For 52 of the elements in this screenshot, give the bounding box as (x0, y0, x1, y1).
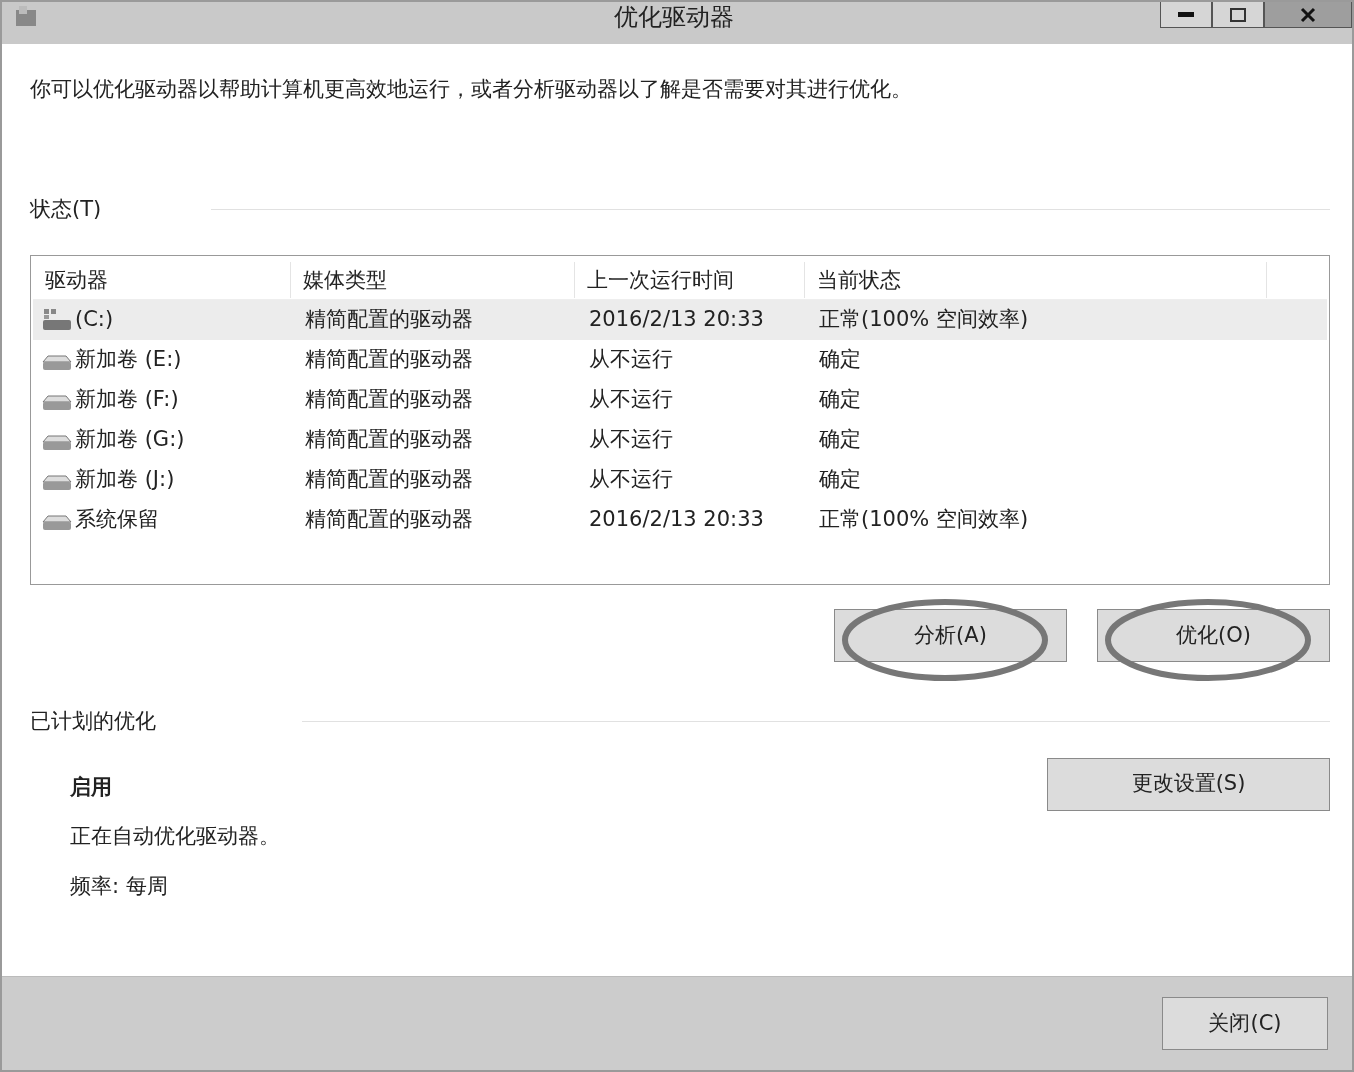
table-cell-text: 正常(100% 空间效率) (818, 506, 1030, 534)
section-title: 已计划的优化 (30, 708, 156, 735)
drive-name: 系统保留 (75, 506, 159, 534)
column-header[interactable]: 上一次运行时间 (575, 261, 805, 298)
table-cell-text: 精简配置的驱动器 (304, 306, 474, 334)
minimize-button[interactable] (1160, 2, 1212, 28)
drive-name: 新加卷 (J:) (75, 466, 175, 494)
table-cell-text: 2016/2/13 20:33 (588, 306, 765, 334)
table-cell-text: 确定 (818, 386, 862, 414)
table-cell-text: 确定 (818, 466, 862, 494)
drive-row[interactable]: 新加卷 (G:) 精简配置的驱动器 从不运行 确定 (33, 420, 1327, 460)
table-cell-text: 从不运行 (588, 346, 674, 374)
table-cell-text: 从不运行 (588, 466, 674, 494)
drive-name: 新加卷 (F:) (75, 386, 179, 414)
schedule-state: 启用 (70, 773, 113, 801)
change-settings-button[interactable]: 更改设置(S) (1047, 757, 1330, 811)
drive-row[interactable]: 新加卷 (J:) 精简配置的驱动器 从不运行 确定 (33, 460, 1327, 500)
schedule-frequency: 频率: 每周 (70, 872, 169, 900)
close-button[interactable] (1264, 2, 1352, 28)
close-icon (1300, 6, 1316, 23)
drive-row[interactable]: 新加卷 (F:) 精简配置的驱动器 从不运行 确定 (33, 380, 1327, 420)
drive-row[interactable]: 系统保留 精简配置的驱动器 2016/2/13 20:33 正常(100% 空间效率) (33, 500, 1327, 540)
table-cell-text: 精简配置的驱动器 (304, 386, 474, 414)
table-cell-text: 精简配置的驱动器 (304, 346, 474, 374)
minimize-icon (1178, 11, 1194, 18)
table-cell-text: 确定 (818, 426, 862, 454)
table-cell-text: 精简配置的驱动器 (304, 506, 474, 534)
column-header[interactable]: 当前状态 (805, 261, 1267, 298)
drive-name: 新加卷 (G:) (75, 426, 185, 454)
table-cell-text: 正常(100% 空间效率) (818, 306, 1030, 334)
column-header[interactable]: 媒体类型 (291, 261, 575, 298)
drive-row[interactable]: (C:) 精简配置的驱动器 2016/2/13 20:33 正常(100% 空间效率) (33, 300, 1327, 340)
section-title: 状态(T) (30, 195, 102, 223)
table-cell-text: 精简配置的驱动器 (304, 466, 474, 494)
window-title: 优化驱动器 (614, 2, 734, 32)
drive-row[interactable]: 新加卷 (E:) 精简配置的驱动器 从不运行 确定 (33, 340, 1327, 380)
drive-name: 新加卷 (E:) (75, 346, 182, 374)
schedule-detail: 正在自动优化驱动器。 (70, 823, 280, 850)
description-text: 你可以优化驱动器以帮助计算机更高效地运行，或者分析驱动器以了解是否需要对其进行优化。 (30, 76, 913, 103)
maximize-icon (1230, 7, 1246, 22)
close-dialog-button[interactable]: 关闭(C) (1162, 997, 1328, 1050)
table-cell-text: 确定 (818, 346, 862, 374)
table-cell-text: 从不运行 (588, 426, 674, 454)
column-header[interactable]: 驱动器 (33, 261, 291, 298)
action-button[interactable]: 优化(O) (1097, 609, 1330, 662)
table-cell-text: 从不运行 (588, 386, 674, 414)
action-button[interactable]: 分析(A) (834, 609, 1067, 662)
table-cell-text: 2016/2/13 20:33 (588, 506, 765, 534)
drive-name: (C:) (75, 306, 114, 334)
table-cell-text: 精简配置的驱动器 (304, 426, 474, 454)
system-drive-icon (41, 308, 73, 332)
maximize-button[interactable] (1212, 2, 1264, 28)
